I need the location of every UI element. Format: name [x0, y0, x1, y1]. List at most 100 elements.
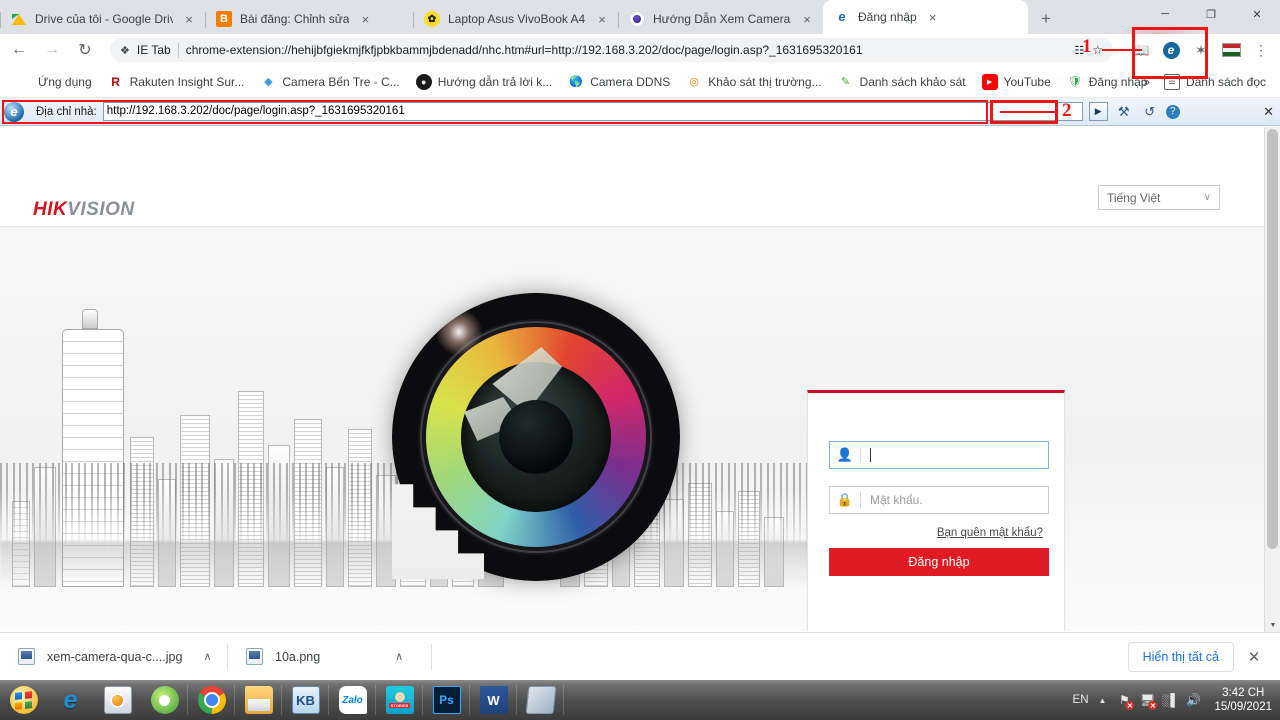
taskbar-media-player[interactable]: [94, 681, 141, 719]
reading-list-icon[interactable]: 📖: [1126, 38, 1156, 62]
forgot-password-link[interactable]: Bạn quên mật khẩu?: [937, 527, 1043, 539]
close-window-button[interactable]: ✕: [1234, 0, 1280, 28]
error-badge: ✕: [1148, 701, 1158, 710]
bookmark-camera-ddns[interactable]: 🌎 Camera DDNS: [560, 70, 678, 94]
taskbar-stories[interactable]: STORIES: [376, 681, 423, 719]
browser-tab-2[interactable]: B Bài đăng: Chỉnh sửa ×: [205, 4, 413, 34]
help-glyph: ?: [1169, 106, 1176, 117]
hikvision-logo: HIKVISION: [33, 199, 135, 221]
ie-tab-refresh-icon[interactable]: ↺: [1140, 102, 1160, 122]
tab-title: Bài đăng: Chỉnh sửa: [240, 12, 350, 26]
screen: Drive của tôi - Google Drive × B Bài đăn…: [0, 0, 1280, 720]
back-button[interactable]: ←: [5, 36, 33, 64]
puzzle-badge-icon: ❖: [120, 44, 130, 57]
bookmark-youtube[interactable]: ▶ YouTube: [974, 70, 1059, 94]
taskbar-photoshop[interactable]: Ps: [423, 681, 470, 719]
stories-label: STORIES: [388, 703, 411, 708]
tab-close-button[interactable]: ×: [925, 9, 941, 25]
tab-close-button[interactable]: ×: [799, 11, 815, 27]
ie-tab-help-icon[interactable]: ?: [1165, 104, 1180, 119]
orange-target-icon: ◎: [689, 76, 700, 88]
stories-glyph: [394, 692, 405, 702]
reading-list-button[interactable]: ☰ Danh sách đọc: [1162, 70, 1274, 94]
extensions-puzzle-icon[interactable]: ✶: [1186, 38, 1216, 62]
taskbar-zalo[interactable]: Zalo: [329, 681, 376, 719]
action-center-flag-icon[interactable]: ⚑ ✕: [1116, 692, 1135, 710]
chrome-toolbar: ← → ↻ ❖ IE Tab chrome-extension://hehijb…: [0, 34, 1280, 66]
taskbar-chrome[interactable]: [188, 681, 235, 719]
window-controls: ─ ❐ ✕: [1142, 0, 1280, 28]
camera-lens-illustration: [0, 251, 860, 631]
minimize-button[interactable]: ─: [1142, 0, 1188, 28]
browser-tab-4[interactable]: Hướng Dẫn Xem Camera Qua ×: [618, 4, 823, 34]
apps-grid-icon: [16, 74, 32, 90]
reading-list-label: Danh sách đọc: [1185, 74, 1266, 89]
login-submit-button[interactable]: Đăng nhập: [829, 548, 1049, 576]
scroll-down-arrow[interactable]: ▼: [1265, 618, 1280, 632]
bookmark-label: Rakuten Insight Sur...: [129, 74, 245, 89]
password-placeholder: Mật khẩu.: [870, 493, 923, 507]
media-player-icon: [103, 686, 132, 714]
chrome-menu-icon[interactable]: ⋮: [1246, 38, 1276, 62]
profile-flag-icon[interactable]: [1216, 38, 1246, 62]
globe-icon: 🌎: [569, 76, 584, 88]
start-button[interactable]: [0, 681, 47, 719]
chrome-tab-strip: Drive của tôi - Google Drive × B Bài đăn…: [0, 0, 1280, 44]
taskbar-file-explorer[interactable]: [235, 681, 282, 719]
flag-graphic: [1221, 43, 1241, 57]
taskbar-word[interactable]: W: [470, 681, 517, 719]
scrollbar-thumb[interactable]: [1267, 129, 1278, 549]
bookmark-khao-sat-thi-truong[interactable]: ◎ Khảo sát thị trường...: [678, 70, 829, 94]
volume-icon[interactable]: 🔊: [1185, 692, 1201, 708]
taskbar-clock[interactable]: 3:42 CH 15/09/2021: [1208, 686, 1272, 714]
new-tab-button[interactable]: +: [1032, 4, 1060, 32]
network-error-icon[interactable]: 🖥 ✕: [1139, 692, 1158, 710]
download-item[interactable]: 10a.png ∧: [228, 633, 432, 681]
omnibox-url-text: chrome-extension://hehijbfgiekmjfkfjpbkb…: [185, 43, 863, 57]
ie-tab-close-button[interactable]: ✕: [1263, 104, 1274, 120]
download-menu-caret[interactable]: ∧: [386, 650, 412, 663]
taskbar-internet-explorer[interactable]: e: [47, 681, 94, 719]
bookmark-rakuten[interactable]: R Rakuten Insight Sur...: [100, 70, 253, 94]
bookmark-star-icon[interactable]: ☆: [1092, 43, 1103, 57]
password-input[interactable]: 🔒 Mật khẩu.: [829, 486, 1049, 514]
browser-tab-1[interactable]: Drive của tôi - Google Drive ×: [0, 4, 205, 34]
ie-tab-extension-icon[interactable]: e: [1156, 38, 1186, 62]
browser-tab-5-active[interactable]: Đăng nhập ×: [823, 0, 1028, 34]
ie-tab-tools-icon[interactable]: ⚒: [1114, 102, 1134, 122]
bookmark-label: Hướng dẫn trả lời k...: [437, 74, 553, 89]
bookmark-camera-ben-tre[interactable]: ◆ Camera Bến Tre - C...: [252, 70, 407, 94]
taskbar-coccoc[interactable]: [141, 681, 188, 719]
page-scrollbar[interactable]: ▲ ▼: [1264, 127, 1280, 632]
taskbar-notepad[interactable]: [517, 681, 564, 719]
clock-time: 3:42 CH: [1222, 687, 1265, 699]
language-select[interactable]: Tiếng Việt ∨: [1098, 185, 1220, 210]
maximize-button[interactable]: ❐: [1188, 0, 1234, 28]
tab-close-button[interactable]: ×: [357, 11, 373, 27]
signal-bars-icon[interactable]: ░▌: [1162, 692, 1179, 708]
download-menu-caret[interactable]: ∧: [194, 650, 220, 663]
show-hidden-icons-button[interactable]: ▲: [1096, 696, 1110, 705]
ie-tab-address-field[interactable]: http://192.168.3.202/doc/page/login.asp?…: [102, 102, 1083, 121]
tray-language[interactable]: EN: [1073, 694, 1089, 706]
tab-close-button[interactable]: ×: [181, 11, 197, 27]
clock-date: 15/09/2021: [1214, 701, 1272, 713]
bookmark-huong-dan[interactable]: ● Hướng dẫn trả lời k...: [408, 70, 560, 94]
download-item[interactable]: xem-camera-qua-c....jpg ∧: [0, 633, 228, 681]
field-divider: [860, 447, 861, 463]
translate-icon[interactable]: ☷: [1074, 44, 1084, 57]
bookmark-apps[interactable]: Ứng dụng: [8, 70, 100, 94]
username-input[interactable]: 👤: [829, 441, 1049, 469]
show-all-downloads-button[interactable]: Hiển thị tất cả: [1127, 641, 1234, 672]
address-bar[interactable]: ❖ IE Tab chrome-extension://hehijbfgiekm…: [110, 38, 1113, 62]
reload-button[interactable]: ↻: [71, 36, 99, 64]
taskbar-unikey[interactable]: KB: [282, 681, 329, 719]
tab-close-button[interactable]: ×: [594, 11, 610, 27]
forward-button[interactable]: →: [38, 36, 66, 64]
kb-icon: KB: [291, 686, 320, 714]
ie-tab-go-button[interactable]: ▶: [1088, 102, 1108, 121]
close-shelf-button[interactable]: ✕: [1244, 648, 1264, 666]
browser-tab-3[interactable]: Laptop Asus VivoBook A415EA ×: [413, 4, 618, 34]
bookmarks-overflow-button[interactable]: »: [1137, 74, 1156, 89]
bookmark-danh-sach-khao-sat[interactable]: ✎ Danh sách khảo sát: [830, 70, 974, 94]
